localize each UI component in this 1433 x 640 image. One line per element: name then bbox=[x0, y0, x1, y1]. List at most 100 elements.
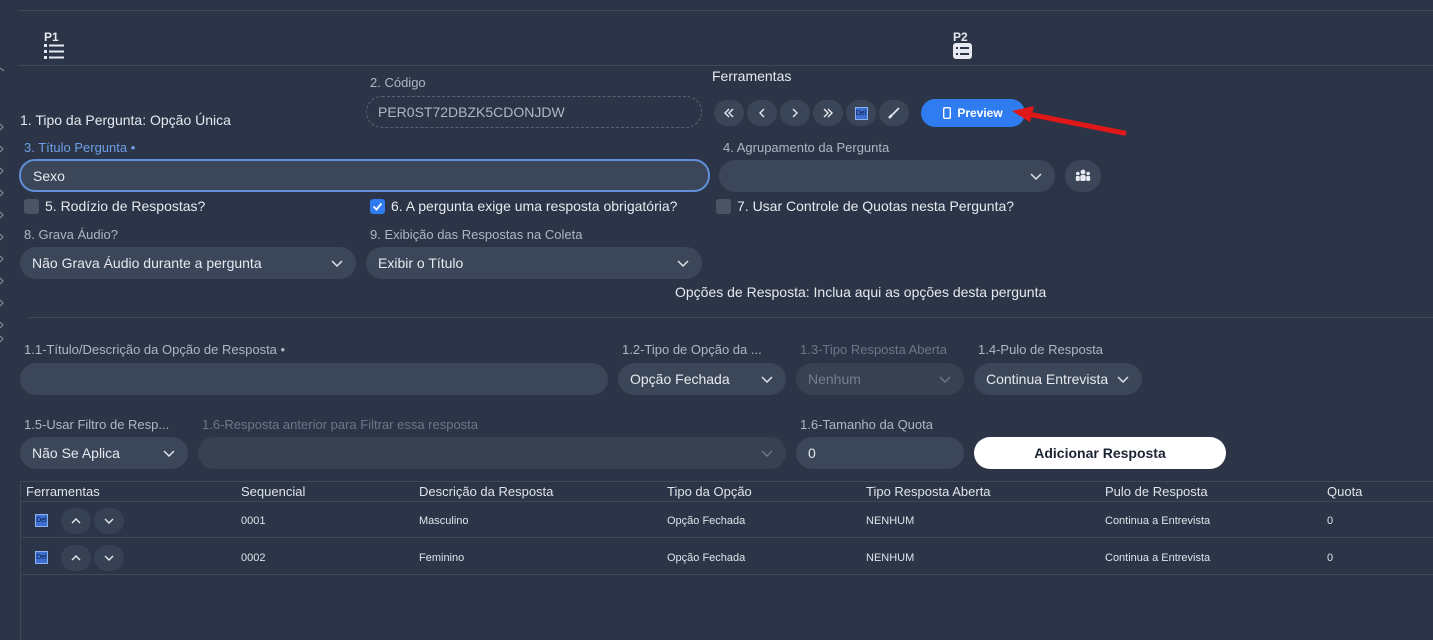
skip-select[interactable]: Continua Entrevista bbox=[974, 363, 1142, 395]
skip-label: 1.4-Pulo de Resposta bbox=[978, 342, 1104, 357]
users-icon bbox=[1075, 169, 1091, 181]
move-down-button[interactable] bbox=[94, 508, 124, 534]
quota-control-checkbox[interactable] bbox=[716, 199, 731, 214]
group-users-button[interactable] bbox=[1065, 160, 1101, 192]
rotation-label: 5. Rodízio de Respostas? bbox=[45, 198, 206, 214]
chevron-down-icon bbox=[761, 376, 773, 384]
option-description-input[interactable] bbox=[20, 363, 608, 395]
delete-icon: Del bbox=[35, 514, 48, 527]
tools-title: Ferramentas bbox=[712, 68, 792, 84]
chevron-down-icon bbox=[1030, 173, 1042, 181]
display-label: 9. Exibição das Respostas na Coleta bbox=[370, 227, 583, 242]
options-divider bbox=[28, 317, 1433, 318]
move-up-button[interactable] bbox=[61, 508, 91, 534]
quota-control-label: 7. Usar Controle de Quotas nesta Pergunt… bbox=[737, 198, 1015, 214]
delete-icon: Del bbox=[35, 551, 48, 564]
rail-chevrons-icon bbox=[0, 67, 5, 343]
filter-select[interactable]: Não Se Aplica bbox=[20, 437, 188, 469]
row-quota: 0 bbox=[1327, 552, 1334, 564]
options-section-title: Opções de Resposta: Inclua aqui as opçõe… bbox=[675, 284, 1047, 300]
audio-value: Não Grava Áudio durante a pergunta bbox=[32, 255, 262, 271]
left-rail[interactable] bbox=[0, 60, 8, 350]
delete-row-button[interactable]: Del bbox=[29, 508, 55, 534]
option-type-value: Opção Fechada bbox=[630, 371, 730, 387]
col-quota-header: Quota bbox=[1327, 484, 1363, 499]
preview-label: Preview bbox=[957, 106, 1003, 120]
red-arrow-icon bbox=[1012, 106, 1127, 136]
chevron-down-icon bbox=[761, 450, 773, 458]
quota-size-input[interactable]: 0 bbox=[796, 437, 964, 469]
col-skip-header: Pulo de Resposta bbox=[1105, 484, 1208, 499]
display-select[interactable]: Exibir o Título bbox=[366, 247, 702, 279]
previous-answer-label: 1.6-Resposta anterior para Filtrar essa … bbox=[202, 417, 479, 432]
next-button[interactable] bbox=[780, 100, 810, 126]
option-type-select[interactable]: Opção Fechada bbox=[618, 363, 786, 395]
chevron-down-icon bbox=[1116, 372, 1130, 386]
skip-value: Continua Entrevista bbox=[986, 371, 1109, 387]
delete-icon: Del bbox=[854, 106, 868, 120]
code-label: 2. Código bbox=[370, 75, 426, 90]
chevron-down-icon bbox=[939, 376, 951, 384]
row-seq: 0001 bbox=[241, 515, 266, 527]
p1-label: P1 bbox=[44, 30, 59, 44]
chevron-down-icon bbox=[677, 260, 689, 268]
col-open-type-header: Tipo Resposta Aberta bbox=[866, 484, 991, 499]
open-type-select: Nenhum bbox=[796, 363, 964, 395]
question-type-label: 1. Tipo da Pergunta: Opção Única bbox=[20, 112, 231, 128]
move-up-button[interactable] bbox=[61, 545, 91, 571]
required-label: 6. A pergunta exige uma resposta obrigat… bbox=[391, 198, 678, 214]
display-value: Exibir o Título bbox=[378, 255, 464, 271]
chevron-right-icon bbox=[792, 108, 798, 118]
option-type-label: 1.2-Tipo de Opção da ... bbox=[622, 342, 762, 357]
top-divider bbox=[18, 10, 1433, 11]
previous-button[interactable] bbox=[747, 100, 777, 126]
header-divider bbox=[18, 65, 1433, 66]
row-desc: Masculino bbox=[419, 515, 469, 527]
row-type: Opção Fechada bbox=[667, 515, 746, 527]
card-list-icon[interactable] bbox=[953, 43, 972, 64]
col-tools-header: Ferramentas bbox=[26, 484, 100, 499]
chevron-down-icon bbox=[104, 518, 114, 524]
option-description-label: 1.1-Título/Descrição da Opção de Respost… bbox=[24, 342, 286, 357]
first-page-button[interactable] bbox=[714, 100, 744, 126]
required-checkbox[interactable] bbox=[370, 199, 385, 214]
previous-answer-select bbox=[198, 437, 786, 469]
row-quota: 0 bbox=[1327, 515, 1334, 527]
quota-size-label: 1.6-Tamanho da Quota bbox=[800, 417, 933, 432]
brush-icon bbox=[888, 107, 900, 119]
row-open-type: NENHUM bbox=[866, 515, 915, 527]
open-type-label: 1.3-Tipo Resposta Aberta bbox=[800, 342, 947, 357]
list-icon[interactable] bbox=[44, 43, 64, 64]
row-skip: Continua a Entrevista bbox=[1105, 552, 1211, 564]
col-type-header: Tipo da Opção bbox=[667, 484, 752, 499]
chevron-up-icon bbox=[71, 518, 81, 524]
filter-value: Não Se Aplica bbox=[32, 445, 120, 461]
row-open-type: NENHUM bbox=[866, 552, 915, 564]
edit-button[interactable] bbox=[879, 100, 909, 126]
grouping-select[interactable] bbox=[719, 160, 1055, 192]
move-down-button[interactable] bbox=[94, 545, 124, 571]
add-answer-button[interactable]: Adicionar Resposta bbox=[974, 437, 1226, 469]
filter-label: 1.5-Usar Filtro de Resp... bbox=[24, 417, 170, 432]
row-desc: Feminino bbox=[419, 552, 465, 564]
audio-select[interactable]: Não Grava Áudio durante a pergunta bbox=[20, 247, 356, 279]
rotation-checkbox[interactable] bbox=[24, 199, 39, 214]
code-field: PER0ST72DBZK5CDONJDW bbox=[366, 96, 702, 128]
mobile-phone-icon bbox=[943, 107, 952, 119]
chevron-left-icon bbox=[759, 108, 765, 118]
chevron-down-icon bbox=[104, 555, 114, 561]
col-desc-header: Descrição da Resposta bbox=[419, 484, 554, 499]
audio-label: 8. Grava Áudio? bbox=[24, 227, 118, 242]
title-input[interactable]: Sexo bbox=[19, 159, 710, 192]
title-label: 3. Título Pergunta • bbox=[24, 140, 136, 155]
delete-question-button[interactable]: Del bbox=[846, 100, 876, 126]
delete-row-button[interactable]: Del bbox=[29, 545, 55, 571]
row-seq: 0002 bbox=[241, 552, 266, 564]
open-type-value: Nenhum bbox=[808, 371, 861, 387]
double-chevron-left-icon bbox=[724, 108, 734, 118]
row-type: Opção Fechada bbox=[667, 552, 746, 564]
checkmark-icon bbox=[372, 202, 383, 211]
double-chevron-right-icon bbox=[823, 108, 833, 118]
row-skip: Continua a Entrevista bbox=[1105, 515, 1211, 527]
last-page-button[interactable] bbox=[813, 100, 843, 126]
